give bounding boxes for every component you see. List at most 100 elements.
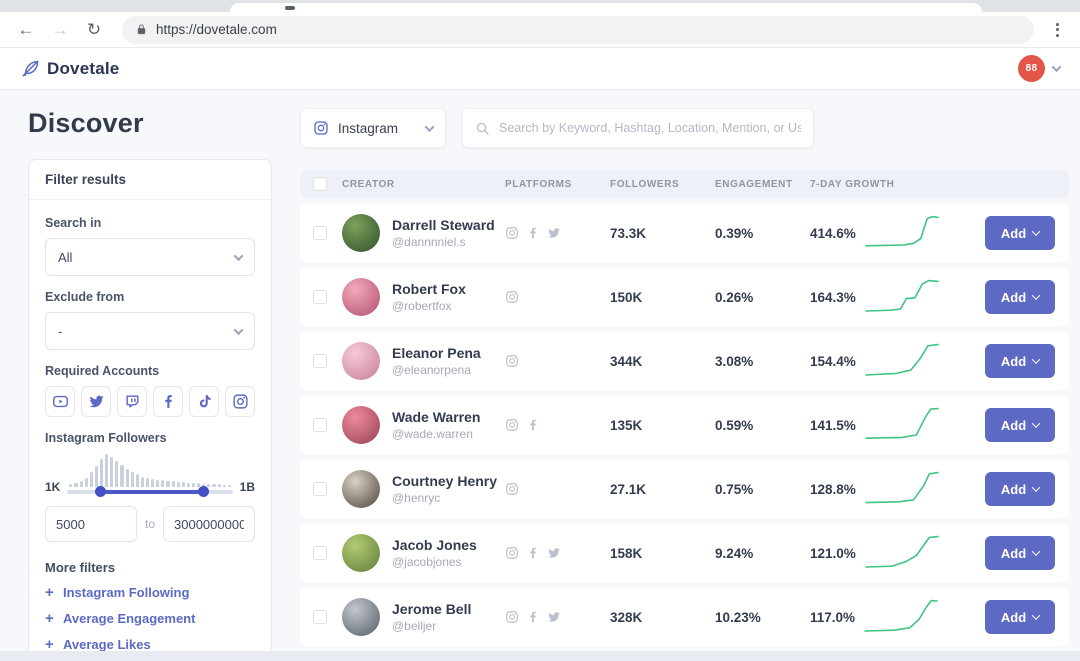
row-checkbox[interactable] <box>313 610 327 624</box>
search-in-select[interactable]: All <box>45 238 255 276</box>
histogram-bar <box>80 481 83 487</box>
more-filter-instagram-following[interactable]: +Instagram Following <box>45 584 255 601</box>
address-bar[interactable]: https://dovetale.com <box>122 16 1034 44</box>
instagram-icon <box>313 120 329 136</box>
add-button[interactable]: Add <box>985 408 1055 442</box>
add-button[interactable]: Add <box>985 472 1055 506</box>
more-filter-average-engagement[interactable]: +Average Engagement <box>45 610 255 627</box>
histogram-bar <box>212 484 215 487</box>
instagram-followers-label: Instagram Followers <box>45 431 255 445</box>
chevron-down-icon <box>234 325 244 335</box>
histogram-bar <box>182 482 185 487</box>
histogram-bar <box>166 481 169 487</box>
creator-username: @henryc <box>392 491 497 505</box>
creator-avatar[interactable] <box>342 278 380 316</box>
range-max-label: 1B <box>240 480 255 494</box>
slider-handle-max[interactable] <box>198 486 209 497</box>
creator-avatar[interactable] <box>342 214 380 252</box>
browser-tab[interactable] <box>230 3 982 12</box>
table-row: Jerome Bell@belljer328K10.23%117.0%Add <box>300 588 1069 646</box>
add-button-label: Add <box>1001 418 1026 433</box>
chevron-down-icon <box>1032 611 1040 619</box>
histogram-bar <box>85 478 88 487</box>
creator-avatar[interactable] <box>342 598 380 636</box>
creator-name[interactable]: Jacob Jones <box>392 537 477 553</box>
row-checkbox[interactable] <box>313 546 327 560</box>
exclude-from-label: Exclude from <box>45 290 255 304</box>
bottom-strip <box>0 651 1080 661</box>
column-header-followers: FOLLOWERS <box>610 179 679 190</box>
followers-value: 344K <box>610 354 642 369</box>
followers-value: 135K <box>610 418 642 433</box>
chevron-down-icon[interactable] <box>1052 62 1062 72</box>
growth-value: 117.0% <box>810 610 855 625</box>
slider-handle-min[interactable] <box>95 486 106 497</box>
platform-selector-value: Instagram <box>338 121 398 136</box>
followers-max-input[interactable] <box>163 506 255 542</box>
search-input[interactable] <box>499 121 801 135</box>
add-button[interactable]: Add <box>985 344 1055 378</box>
add-button[interactable]: Add <box>985 600 1055 634</box>
add-button[interactable]: Add <box>985 536 1055 570</box>
row-checkbox[interactable] <box>313 290 327 304</box>
creator-table: CREATORPLATFORMSFOLLOWERSENGAGEMENT7-DAY… <box>300 170 1069 646</box>
creator-avatar[interactable] <box>342 534 380 572</box>
add-button[interactable]: Add <box>985 216 1055 250</box>
twitter-filter-button[interactable] <box>81 386 111 417</box>
forward-icon[interactable]: → <box>48 18 72 42</box>
histogram-bar <box>223 485 226 487</box>
chevron-down-icon <box>1032 419 1040 427</box>
user-avatar[interactable]: 88 <box>1018 55 1045 82</box>
add-button-label: Add <box>1001 482 1026 497</box>
creator-name[interactable]: Jerome Bell <box>392 601 471 617</box>
row-checkbox[interactable] <box>313 482 327 496</box>
facebook-filter-button[interactable] <box>153 386 183 417</box>
add-button[interactable]: Add <box>985 280 1055 314</box>
followers-min-input[interactable] <box>45 506 137 542</box>
page-title: Discover <box>28 108 272 139</box>
growth-value: 121.0% <box>810 546 856 561</box>
histogram-bar <box>156 480 159 487</box>
histogram-bar <box>100 459 103 487</box>
brand-logo[interactable]: Dovetale <box>20 59 119 79</box>
instagram-filter-button[interactable] <box>225 386 255 417</box>
creator-avatar[interactable] <box>342 470 380 508</box>
brand-name: Dovetale <box>47 59 119 79</box>
histogram-bar <box>192 483 195 487</box>
creator-username: @jacobjones <box>392 555 477 569</box>
histogram-bar <box>146 478 149 487</box>
creator-name[interactable]: Darrell Steward <box>392 217 495 233</box>
row-checkbox[interactable] <box>313 418 327 432</box>
creator-avatar[interactable] <box>342 342 380 380</box>
creator-username: @wade.warren <box>392 427 480 441</box>
growth-value: 128.8% <box>810 482 856 497</box>
back-icon[interactable]: ← <box>14 18 38 42</box>
app-header: Dovetale 88 <box>0 48 1080 90</box>
creator-avatar[interactable] <box>342 406 380 444</box>
growth-value: 164.3% <box>810 290 856 305</box>
creator-name[interactable]: Eleanor Pena <box>392 345 481 361</box>
creator-name[interactable]: Robert Fox <box>392 281 466 297</box>
select-all-checkbox[interactable] <box>313 177 327 191</box>
row-checkbox[interactable] <box>313 354 327 368</box>
youtube-filter-button[interactable] <box>45 386 75 417</box>
browser-menu-icon[interactable] <box>1048 23 1066 37</box>
creator-name[interactable]: Courtney Henry <box>392 473 497 489</box>
reload-icon[interactable]: ↻ <box>82 18 106 42</box>
twitch-filter-button[interactable] <box>117 386 147 417</box>
column-header-engagement: ENGAGEMENT <box>715 179 793 190</box>
table-row: Darrell Steward@dannnniel.s73.3K0.39%414… <box>300 204 1069 262</box>
exclude-from-select[interactable]: - <box>45 312 255 350</box>
more-filters-label: More filters <box>45 560 255 575</box>
engagement-value: 0.39% <box>715 226 753 241</box>
platform-selector[interactable]: Instagram <box>300 108 446 148</box>
main-content: Discover Filter results Search in All Ex… <box>0 90 1080 661</box>
slider-track[interactable] <box>67 490 232 494</box>
followers-value: 73.3K <box>610 226 646 241</box>
table-row: Eleanor Pena@eleanorpena344K3.08%154.4%A… <box>300 332 1069 390</box>
creator-name[interactable]: Wade Warren <box>392 409 480 425</box>
growth-sparkline <box>866 469 938 509</box>
row-checkbox[interactable] <box>313 226 327 240</box>
instagram-icon <box>505 610 519 624</box>
tiktok-filter-button[interactable] <box>189 386 219 417</box>
